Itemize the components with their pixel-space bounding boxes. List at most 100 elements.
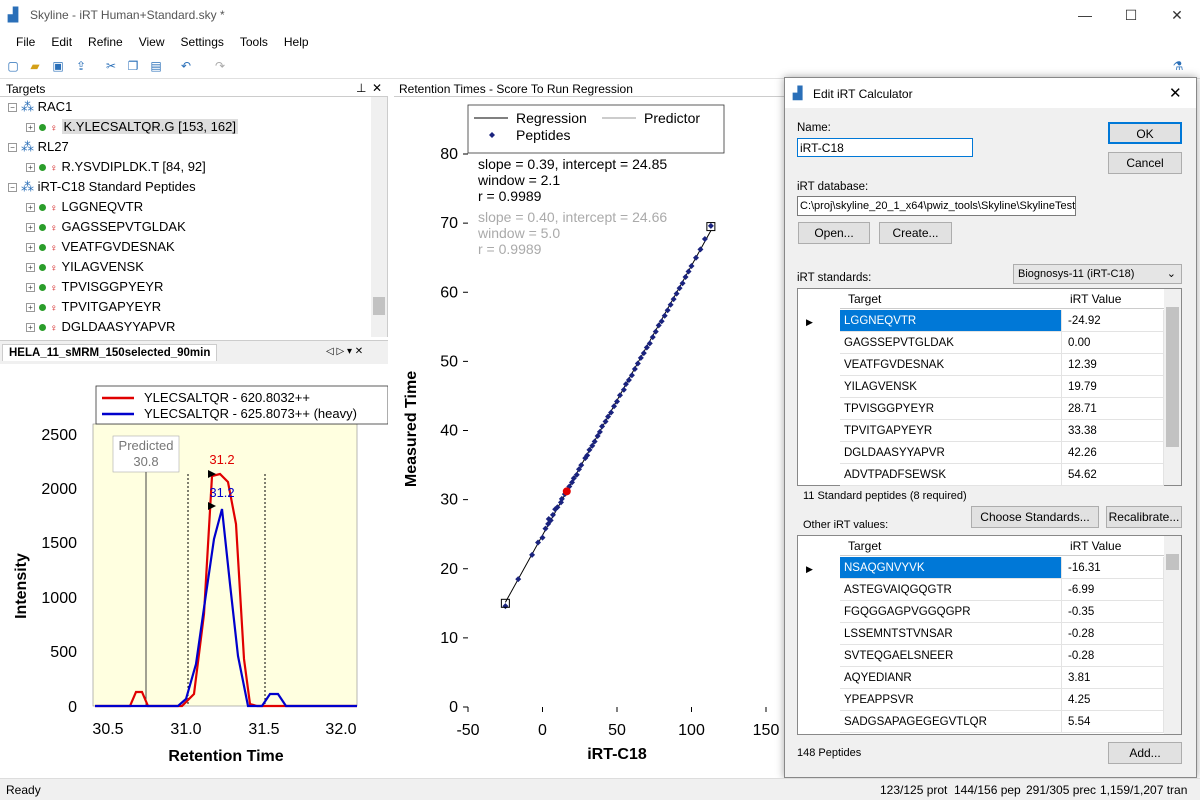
grid-cell[interactable]: -6.99 <box>1062 579 1164 601</box>
dialog-close-button[interactable]: ✕ <box>1169 84 1182 102</box>
tab-nav-icon[interactable]: ◁ ▷ ▾ ✕ <box>326 346 363 357</box>
redo-icon[interactable]: ↷ <box>212 58 228 74</box>
name-input[interactable] <box>797 138 973 157</box>
grid-cell[interactable]: YILAGVENSK <box>840 376 1062 398</box>
pin-icon[interactable]: ⊥ <box>356 81 366 95</box>
targets-close-icon[interactable]: ✕ <box>372 81 382 95</box>
grid-cell[interactable]: DGLDAASYYAPVR <box>840 442 1062 464</box>
grid-cell[interactable]: SADGSAPAGEGEGVTLQR <box>840 711 1062 733</box>
regression-ytick: 40 <box>440 423 458 440</box>
cut-icon[interactable]: ✂ <box>103 58 119 74</box>
toolbar: ▢ ▰ ▣ ⇪ ✂ ❐ ▤ ↶ ↷ ⚗ <box>0 55 1200 79</box>
grid-cell[interactable]: -24.92 <box>1062 310 1164 332</box>
db-label: iRT database: <box>797 181 869 193</box>
tree-item-peptide[interactable]: + ♀ R.YSVDIPLDK.T [84, 92] <box>26 157 206 177</box>
grid-cell[interactable]: 4.25 <box>1062 689 1164 711</box>
tree-scrollbar[interactable] <box>371 97 387 337</box>
menu-refine[interactable]: Refine <box>80 31 131 49</box>
tree-item-peptide[interactable]: + ♀ VEATFGVDESNAK <box>26 237 175 257</box>
grid-cell[interactable]: GAGSSEPVTGLDAK <box>840 332 1062 354</box>
create-button[interactable]: Create... <box>879 222 952 244</box>
grid-cell[interactable]: ADVTPADFSEWSK <box>840 464 1062 486</box>
paste-icon[interactable]: ▤ <box>148 58 164 74</box>
grid-cell[interactable]: TPVISGGPYEYR <box>840 398 1062 420</box>
grid-cell[interactable]: LGGNEQVTR <box>840 310 1062 332</box>
standards-scrollbar[interactable] <box>1164 289 1181 485</box>
peptide-settings-icon[interactable]: ⚗ <box>1170 58 1186 74</box>
minimize-button[interactable]: — <box>1062 0 1108 31</box>
stat-r: r = 0.9989 <box>478 188 542 204</box>
grid-cell[interactable]: FGQGGAGPVGGQGPR <box>840 601 1062 623</box>
recalibrate-button[interactable]: Recalibrate... <box>1106 506 1182 528</box>
standards-label: iRT standards: <box>797 272 872 284</box>
other-values-scrollbar[interactable] <box>1164 536 1181 734</box>
new-icon[interactable]: ▢ <box>5 58 21 74</box>
undo-icon[interactable]: ↶ <box>178 58 194 74</box>
ok-button[interactable]: OK <box>1108 122 1182 144</box>
grid-cell[interactable]: YPEAPPSVR <box>840 689 1062 711</box>
cancel-button[interactable]: Cancel <box>1108 152 1182 174</box>
grid-cell[interactable]: 5.54 <box>1062 711 1164 733</box>
menu-tools[interactable]: Tools <box>232 31 276 49</box>
chromatogram-graph[interactable]: YLECSALTQR - 620.8032++ YLECSALTQR - 625… <box>0 364 388 778</box>
status-prec: 291/305 prec <box>1026 783 1097 797</box>
grid-cell[interactable]: 54.62 <box>1062 464 1164 486</box>
regression-xtick: 0 <box>538 722 547 739</box>
import-icon[interactable]: ⇪ <box>73 58 89 74</box>
db-path-input[interactable]: C:\proj\skyline_20_1_x64\pwiz_tools\Skyl… <box>797 196 1076 216</box>
tree-item-peptide[interactable]: + ♀ GAGSSEPVTGLDAK <box>26 217 186 237</box>
grid-cell[interactable]: VEATFGVDESNAK <box>840 354 1062 376</box>
tree-item-peptide[interactable]: + ♀ TPVITGAPYEYR <box>26 297 161 317</box>
status-ready: Ready <box>6 783 41 797</box>
tree-item-peptide[interactable]: + ♀ LGGNEQVTR <box>26 197 143 217</box>
grid-cell[interactable]: LSSEMNTSTVNSAR <box>840 623 1062 645</box>
menu-file[interactable]: File <box>8 31 43 49</box>
open-button[interactable]: Open... <box>798 222 870 244</box>
tree-item-peptide[interactable]: + ♀ DGLDAASYYAPVR <box>26 317 175 337</box>
grid-header-irt[interactable]: iRT Value <box>1062 536 1164 556</box>
grid-cell[interactable]: -16.31 <box>1062 557 1164 579</box>
grid-header-irt[interactable]: iRT Value <box>1062 289 1164 309</box>
menu-settings[interactable]: Settings <box>173 31 232 49</box>
copy-icon[interactable]: ❐ <box>125 58 141 74</box>
regression-title: Retention Times - Score To Run Regressio… <box>399 82 633 96</box>
other-values-label: Other iRT values: <box>803 519 889 531</box>
grid-cell[interactable]: NSAQGNVYVK <box>840 557 1062 579</box>
maximize-button[interactable]: ☐ <box>1108 0 1154 31</box>
save-icon[interactable]: ▣ <box>50 58 66 74</box>
grid-cell[interactable]: 33.38 <box>1062 420 1164 442</box>
menu-help[interactable]: Help <box>276 31 317 49</box>
grid-cell[interactable]: ASTEGVAIQGQGTR <box>840 579 1062 601</box>
tree-item-peptide[interactable]: + ♀ TPVISGGPYEYR <box>26 277 163 297</box>
menu-view[interactable]: View <box>131 31 173 49</box>
grid-header-target[interactable]: Target <box>840 289 1062 309</box>
grid-cell[interactable]: 3.81 <box>1062 667 1164 689</box>
tree-item-peptide[interactable]: + ♀ YILAGVENSK <box>26 257 144 277</box>
grid-cell[interactable]: 42.26 <box>1062 442 1164 464</box>
data-point <box>682 274 689 281</box>
grid-cell[interactable]: 28.71 <box>1062 398 1164 420</box>
regression-graph[interactable]: Regression Predictor Peptides slope = 0.… <box>394 97 784 777</box>
grid-cell[interactable]: 19.79 <box>1062 376 1164 398</box>
choose-standards-button[interactable]: Choose Standards... <box>971 506 1099 528</box>
grid-cell[interactable]: TPVITGAPYEYR <box>840 420 1062 442</box>
tree-item-peptide[interactable]: + ♀ K.YLECSALTQR.G [153, 162] <box>26 117 238 137</box>
grid-cell[interactable]: -0.35 <box>1062 601 1164 623</box>
menu-edit[interactable]: Edit <box>43 31 80 49</box>
add-button[interactable]: Add... <box>1108 742 1182 764</box>
grid-header-target[interactable]: Target <box>840 536 1062 556</box>
tree-item-rac1[interactable]: − ⁂ RAC1 <box>8 97 72 117</box>
legend-red-label: YLECSALTQR - 620.8032++ <box>144 390 310 405</box>
tree-item-rl27[interactable]: − ⁂ RL27 <box>8 137 69 157</box>
open-folder-icon[interactable]: ▰ <box>27 58 43 74</box>
grid-cell[interactable]: -0.28 <box>1062 623 1164 645</box>
close-button[interactable]: ✕ <box>1154 0 1200 31</box>
grid-cell[interactable]: 12.39 <box>1062 354 1164 376</box>
standards-select[interactable]: Biognosys-11 (iRT-C18) ⌄ <box>1013 264 1182 284</box>
grid-cell[interactable]: AQYEDIANR <box>840 667 1062 689</box>
grid-cell[interactable]: 0.00 <box>1062 332 1164 354</box>
tree-item-irt-group[interactable]: − ⁂ iRT-C18 Standard Peptides <box>8 177 196 197</box>
grid-cell[interactable]: SVTEQGAELSNEER <box>840 645 1062 667</box>
grid-cell[interactable]: -0.28 <box>1062 645 1164 667</box>
chromatogram-tab[interactable]: HELA_11_sMRM_150selected_90min <box>2 344 218 361</box>
